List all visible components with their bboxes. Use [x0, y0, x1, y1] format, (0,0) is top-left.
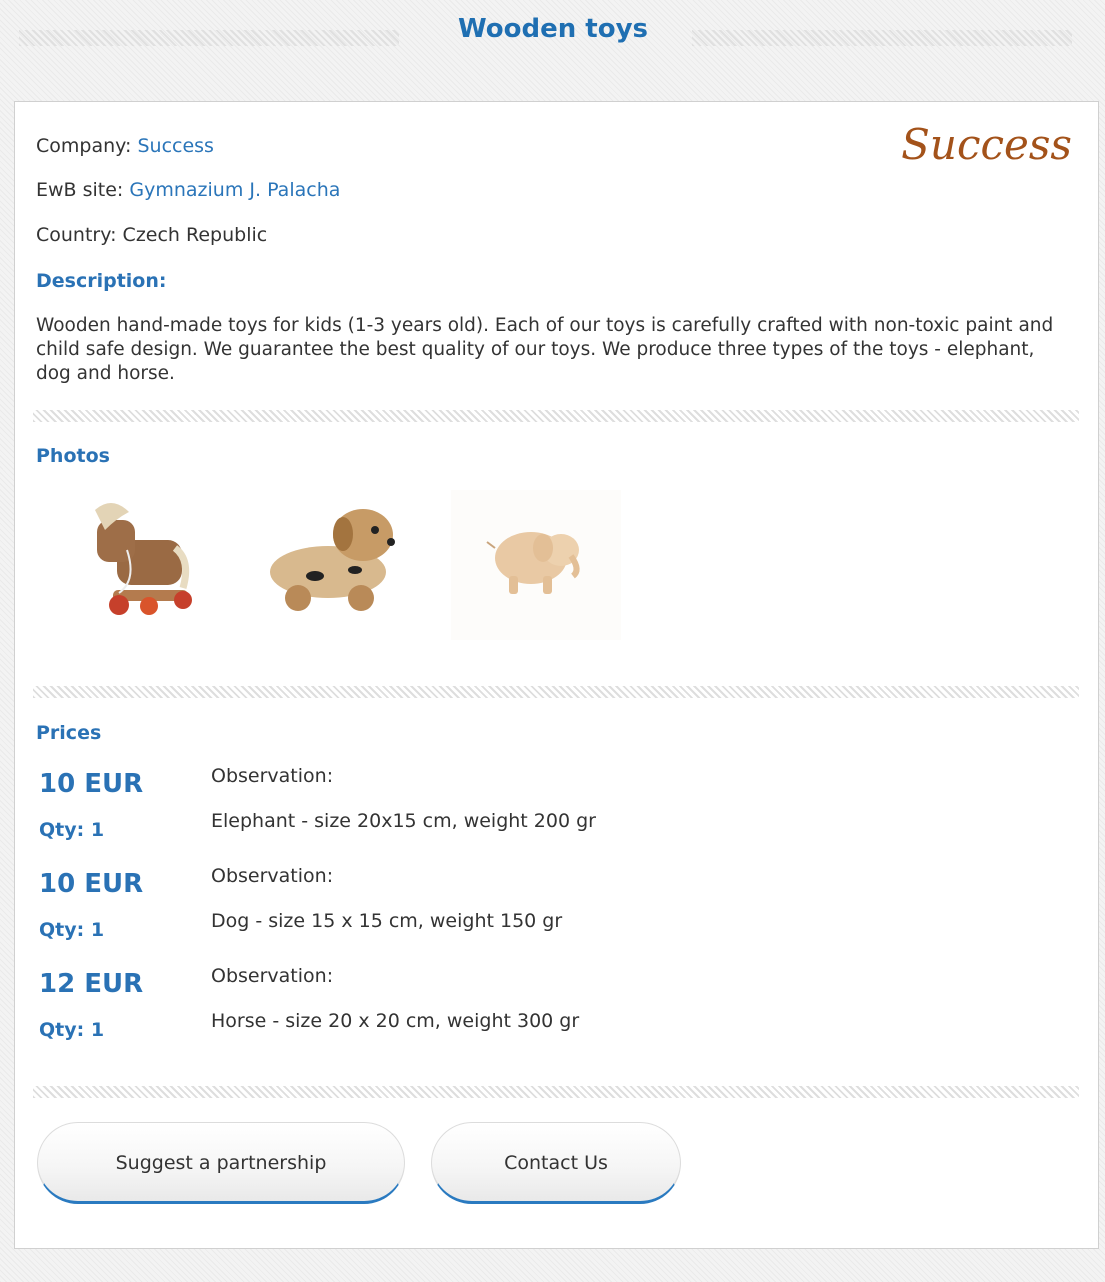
price-qty: Qty: 1	[39, 819, 105, 841]
observation-text: Horse - size 20 x 20 cm, weight 300 gr	[211, 1010, 580, 1032]
country-label: Country:	[36, 224, 117, 246]
observation-text: Elephant - size 20x15 cm, weight 200 gr	[211, 810, 596, 832]
price-row: 10 EUR Qty: 1 Observation: Elephant - si…	[39, 765, 739, 869]
company-line: Company: Success	[36, 135, 214, 157]
company-label: Company:	[36, 135, 132, 157]
ewb-site-link[interactable]: Gymnazium J. Palacha	[129, 179, 340, 201]
observation-text: Dog - size 15 x 15 cm, weight 150 gr	[211, 910, 563, 932]
country-value: Czech Republic	[122, 224, 268, 246]
observation-label: Observation:	[211, 865, 334, 887]
contact-us-button[interactable]: Contact Us	[431, 1122, 681, 1204]
country-line: Country: Czech Republic	[36, 224, 267, 246]
price-value: 10 EUR	[39, 769, 144, 799]
price-qty: Qty: 1	[39, 919, 105, 941]
divider	[33, 1086, 1079, 1098]
price-row: 10 EUR Qty: 1 Observation: Dog - size 15…	[39, 865, 739, 969]
company-link[interactable]: Success	[137, 135, 213, 157]
company-logo: Success	[901, 120, 1072, 169]
price-qty: Qty: 1	[39, 1019, 105, 1041]
divider	[33, 410, 1079, 422]
dog-toy-photo[interactable]	[253, 490, 423, 640]
ewb-site-line: EwB site: Gymnazium J. Palacha	[36, 179, 340, 201]
page-title: Wooden toys	[458, 14, 648, 44]
suggest-partnership-button[interactable]: Suggest a partnership	[37, 1122, 405, 1204]
price-value: 12 EUR	[39, 969, 144, 999]
title-bar: Wooden toys	[14, 0, 1092, 100]
price-value: 10 EUR	[39, 869, 144, 899]
observation-label: Observation:	[211, 765, 334, 787]
horse-toy-photo[interactable]	[57, 490, 227, 640]
price-row: 12 EUR Qty: 1 Observation: Horse - size …	[39, 965, 739, 1069]
product-card: Success Company: Success EwB site: Gymna…	[14, 101, 1099, 1249]
description-heading: Description:	[36, 270, 167, 292]
elephant-toy-photo[interactable]	[451, 490, 621, 640]
divider	[33, 686, 1079, 698]
ewb-site-label: EwB site:	[36, 179, 124, 201]
description-text: Wooden hand-made toys for kids (1-3 year…	[36, 315, 1054, 384]
photos-heading: Photos	[36, 445, 110, 467]
prices-heading: Prices	[36, 722, 102, 744]
observation-label: Observation:	[211, 965, 334, 987]
